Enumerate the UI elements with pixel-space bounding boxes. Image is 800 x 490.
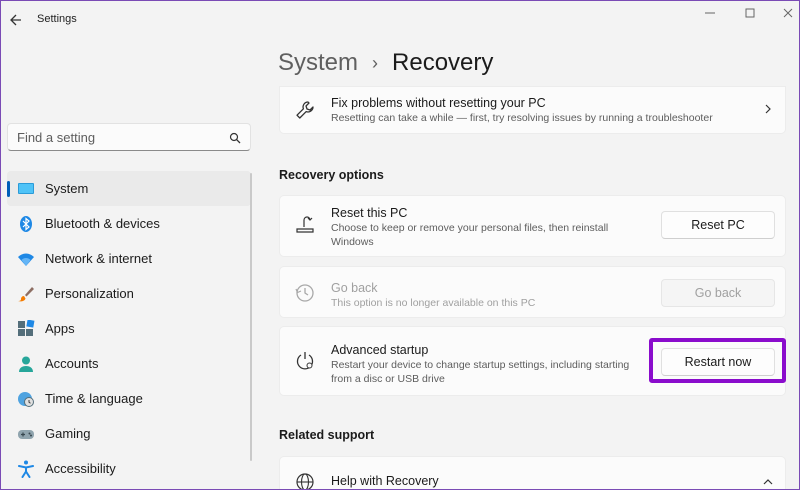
sidebar-item-label: System [45,181,89,196]
sidebar-item-time-language[interactable]: Time & language [7,381,251,416]
breadcrumb-parent[interactable]: System [278,49,358,77]
breadcrumb: System › Recovery [278,49,493,77]
history-icon [294,282,316,304]
reset-pc-button[interactable]: Reset PC [661,211,775,239]
sidebar-item-system[interactable]: System [7,171,251,206]
sidebar-item-label: Network & internet [45,251,152,266]
highlight-box [649,338,786,383]
fix-problems-description: Resetting can take a while — first, try … [331,112,713,124]
title-bar: Settings [1,1,799,39]
sidebar-item-label: Personalization [45,286,134,301]
app-title: Settings [37,13,77,25]
go-back-title: Go back [331,281,378,295]
globe-icon [294,471,316,489]
page-title: Recovery [392,49,494,76]
sidebar-item-accounts[interactable]: Accounts [7,346,251,381]
go-back-card: Go back This option is no longer availab… [279,266,786,318]
fix-problems-card[interactable]: Fix problems without resetting your PC R… [279,86,786,134]
search-icon[interactable] [229,131,241,144]
sidebar-item-label: Gaming [45,426,91,441]
bluetooth-icon [17,215,35,233]
advanced-startup-description-line2: from a disc or USB drive [331,373,445,385]
gamepad-icon [17,425,35,443]
related-support-heading: Related support [279,428,375,442]
chevron-up-icon[interactable] [762,475,774,487]
reset-pc-card: Reset this PC Choose to keep or remove y… [279,195,786,257]
sidebar-scrollbar[interactable] [250,173,252,461]
go-back-button: Go back [661,279,775,307]
sidebar-item-label: Bluetooth & devices [45,216,160,231]
reset-pc-description-line2: Windows [331,236,374,248]
person-icon [17,355,35,373]
go-back-description: This option is no longer available on th… [331,297,536,309]
advanced-startup-icon [294,350,316,372]
sidebar-item-label: Accounts [45,356,99,371]
settings-window: Settings System Bluetooth & device [0,0,800,490]
help-with-recovery-title: Help with Recovery [331,474,439,488]
help-with-recovery-card[interactable]: Help with Recovery [279,456,786,489]
close-icon[interactable] [780,6,796,20]
wrench-icon [294,99,316,121]
search-box[interactable] [7,123,251,151]
reset-pc-description-line1: Choose to keep or remove your personal f… [331,222,609,234]
maximize-icon[interactable] [742,6,758,20]
apps-icon [17,319,35,338]
sidebar-nav: System Bluetooth & devices Network & int… [7,171,251,486]
sidebar-item-accessibility[interactable]: Accessibility [7,451,251,486]
sidebar-item-label: Time & language [45,391,143,406]
chevron-right-icon [762,102,774,114]
accessibility-icon [17,460,35,478]
reset-pc-title: Reset this PC [331,206,408,220]
sidebar-item-apps[interactable]: Apps [7,311,251,346]
search-input[interactable] [17,128,217,146]
wifi-icon [17,250,35,268]
recovery-options-heading: Recovery options [279,168,384,182]
breadcrumb-separator: › [372,52,379,73]
fix-problems-title: Fix problems without resetting your PC [331,96,546,110]
minimize-icon[interactable] [702,6,718,20]
back-arrow-icon[interactable] [7,10,27,30]
reset-pc-icon [294,214,316,236]
system-icon [17,180,35,198]
sidebar-item-bluetooth[interactable]: Bluetooth & devices [7,206,251,241]
brush-icon [17,285,35,303]
sidebar-item-personalization[interactable]: Personalization [7,276,251,311]
sidebar-item-label: Apps [45,321,75,336]
sidebar-item-network[interactable]: Network & internet [7,241,251,276]
sidebar-item-gaming[interactable]: Gaming [7,416,251,451]
advanced-startup-title: Advanced startup [331,343,429,357]
globe-clock-icon [17,390,35,408]
sidebar-item-label: Accessibility [45,461,116,476]
advanced-startup-description-line1: Restart your device to change startup se… [331,359,630,371]
